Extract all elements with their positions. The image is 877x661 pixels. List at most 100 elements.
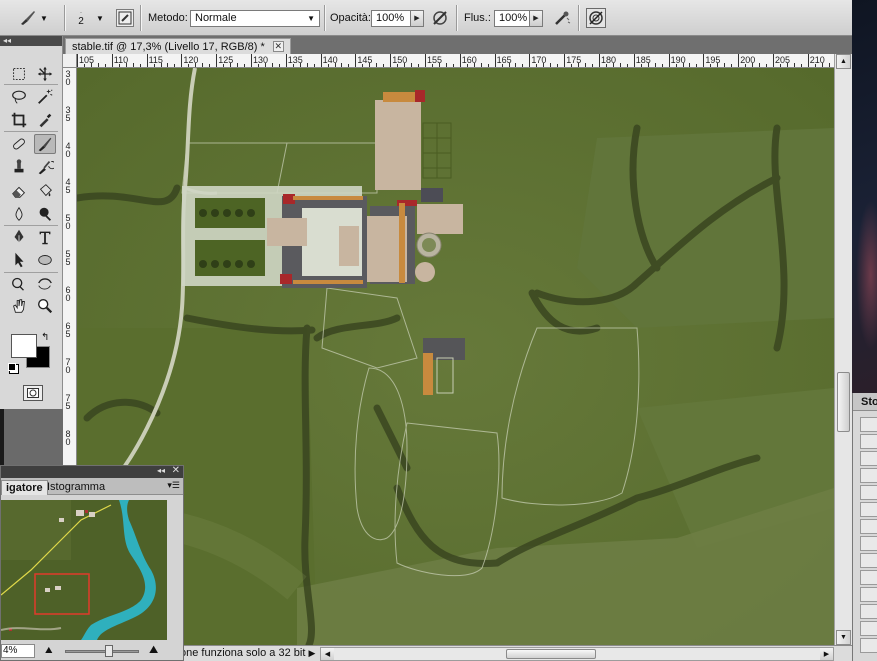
eraser-icon	[12, 186, 26, 198]
foreground-color-swatch[interactable]	[11, 334, 37, 358]
ruler-minor-tick	[306, 63, 308, 67]
horizontal-scrollbar[interactable]: ◀ ▶	[320, 647, 834, 661]
history-step[interactable]	[860, 434, 877, 449]
mode-select[interactable]: Normale ▼	[190, 0, 320, 36]
ruler-minor-tick	[97, 63, 99, 67]
document-tabbar: stable.tif @ 17,3% (Livello 17, RGB/8) *…	[63, 36, 852, 54]
ruler-minor-tick	[592, 64, 594, 67]
magic-wand-icon	[38, 89, 53, 104]
opacity-field[interactable]: 100% ▶	[371, 0, 424, 36]
zoom-in-icon[interactable]: ⛰	[149, 644, 158, 657]
brush-size-picker[interactable]: · 2 ▼	[72, 0, 104, 36]
ruler-label: 120	[183, 55, 199, 65]
dodge-tool[interactable]	[34, 204, 56, 224]
history-step[interactable]	[860, 621, 877, 636]
history-step[interactable]	[860, 485, 877, 500]
ruler-minor-tick	[202, 63, 204, 67]
navigator-thumbnail[interactable]	[1, 500, 167, 640]
eraser-tool[interactable]	[8, 181, 30, 201]
history-step[interactable]	[860, 502, 877, 517]
tablet-size-button[interactable]	[586, 0, 606, 36]
brush-panel-toggle[interactable]	[116, 0, 134, 36]
brush-tool[interactable]	[34, 134, 56, 154]
pen-tool[interactable]	[8, 227, 30, 247]
close-icon[interactable]: ✕	[272, 41, 284, 52]
history-step[interactable]	[860, 587, 877, 602]
zoom-slider[interactable]	[65, 650, 139, 653]
airbrush-button[interactable]	[552, 0, 572, 36]
type-tool[interactable]	[34, 227, 56, 247]
history-step[interactable]	[860, 468, 877, 483]
hand-tool[interactable]	[8, 296, 30, 316]
document-tab[interactable]: stable.tif @ 17,3% (Livello 17, RGB/8) *…	[65, 38, 291, 54]
ruler-tick	[111, 54, 113, 67]
scroll-thumb[interactable]	[506, 649, 596, 659]
dodge-icon	[39, 207, 52, 221]
tab-navigator[interactable]: igatore	[1, 480, 48, 495]
tab-histogram[interactable]: Istogramma	[43, 480, 109, 495]
healing-brush-tool[interactable]	[8, 134, 30, 154]
3d-rotate-tool[interactable]	[8, 273, 30, 293]
ruler-minor-tick	[557, 64, 559, 67]
opacity-pressure-button[interactable]	[430, 0, 450, 36]
swap-colors-icon[interactable]: ↰	[41, 332, 49, 343]
map-image	[77, 68, 834, 645]
panel-menu-icon[interactable]: ▾☰	[167, 480, 180, 491]
history-step[interactable]	[860, 417, 877, 432]
collapse-icon[interactable]: ◂◂	[157, 466, 165, 475]
history-step[interactable]	[860, 519, 877, 534]
marquee-tool[interactable]	[8, 64, 30, 84]
history-step[interactable]	[860, 638, 877, 653]
panel-title[interactable]: Sto	[853, 393, 877, 411]
scroll-thumb[interactable]	[837, 372, 850, 432]
history-step[interactable]	[860, 570, 877, 585]
zoom-tool[interactable]	[34, 296, 56, 316]
eyedropper-tool[interactable]	[34, 110, 56, 130]
blur-tool[interactable]	[8, 204, 30, 224]
magic-wand-tool[interactable]	[34, 87, 56, 107]
status-menu-button[interactable]: ▶	[306, 647, 318, 660]
path-selection-tool[interactable]	[8, 250, 30, 270]
horizontal-ruler[interactable]: 105 110 115 120 125 130 135 140 145 150 155 160 165 1…	[77, 54, 834, 68]
ruler-label: 155	[427, 55, 443, 65]
lasso-tool[interactable]	[8, 87, 30, 107]
3d-orbit-tool[interactable]	[34, 273, 56, 293]
zoom-slider-knob[interactable]	[105, 645, 113, 657]
ruler-label: 175	[566, 55, 582, 65]
history-brush-tool[interactable]	[34, 157, 56, 177]
ruler-label: 125	[218, 55, 234, 65]
opacity-slider-button[interactable]: ▶	[411, 9, 424, 27]
flow-field[interactable]: 100% ▶	[494, 0, 543, 36]
document-canvas[interactable]	[77, 68, 834, 645]
history-step[interactable]	[860, 451, 877, 466]
flow-slider-button[interactable]: ▶	[530, 9, 543, 27]
ruler-tick	[251, 54, 252, 67]
ruler-origin[interactable]	[63, 54, 77, 68]
tool-preset-picker[interactable]: ▼	[18, 0, 48, 36]
shape-tool[interactable]	[34, 250, 56, 270]
toolbox-separator	[4, 225, 58, 226]
default-colors-icon[interactable]	[8, 363, 16, 371]
flow-value: 100%	[499, 12, 528, 24]
ruler-tick	[633, 54, 635, 67]
clone-stamp-tool[interactable]	[8, 157, 30, 177]
scroll-up-button[interactable]: ▲	[836, 54, 851, 69]
history-step[interactable]	[860, 536, 877, 551]
scroll-right-button[interactable]: ▶	[820, 648, 833, 660]
vertical-ruler[interactable]: 30 35 40 45 50 55 60 65 70 75 80	[63, 68, 77, 465]
zoom-field[interactable]: 4%	[1, 644, 35, 658]
toolbox-collapse[interactable]: ◂◂	[0, 36, 62, 46]
crop-tool[interactable]	[8, 110, 30, 130]
quick-mask-button[interactable]	[23, 385, 43, 401]
panel-titlebar[interactable]: ◂◂ ✕	[1, 465, 183, 478]
paint-bucket-tool[interactable]	[34, 181, 56, 201]
vertical-scrollbar[interactable]: ▲ ▼	[834, 54, 852, 645]
ruler-label: 205	[775, 55, 791, 65]
zoom-out-icon[interactable]: ⛰	[45, 645, 53, 656]
scroll-down-button[interactable]: ▼	[836, 630, 851, 645]
history-step[interactable]	[860, 553, 877, 568]
close-icon[interactable]: ✕	[172, 465, 180, 476]
move-tool[interactable]	[34, 64, 56, 84]
scroll-left-button[interactable]: ◀	[321, 648, 334, 660]
history-step[interactable]	[860, 604, 877, 619]
